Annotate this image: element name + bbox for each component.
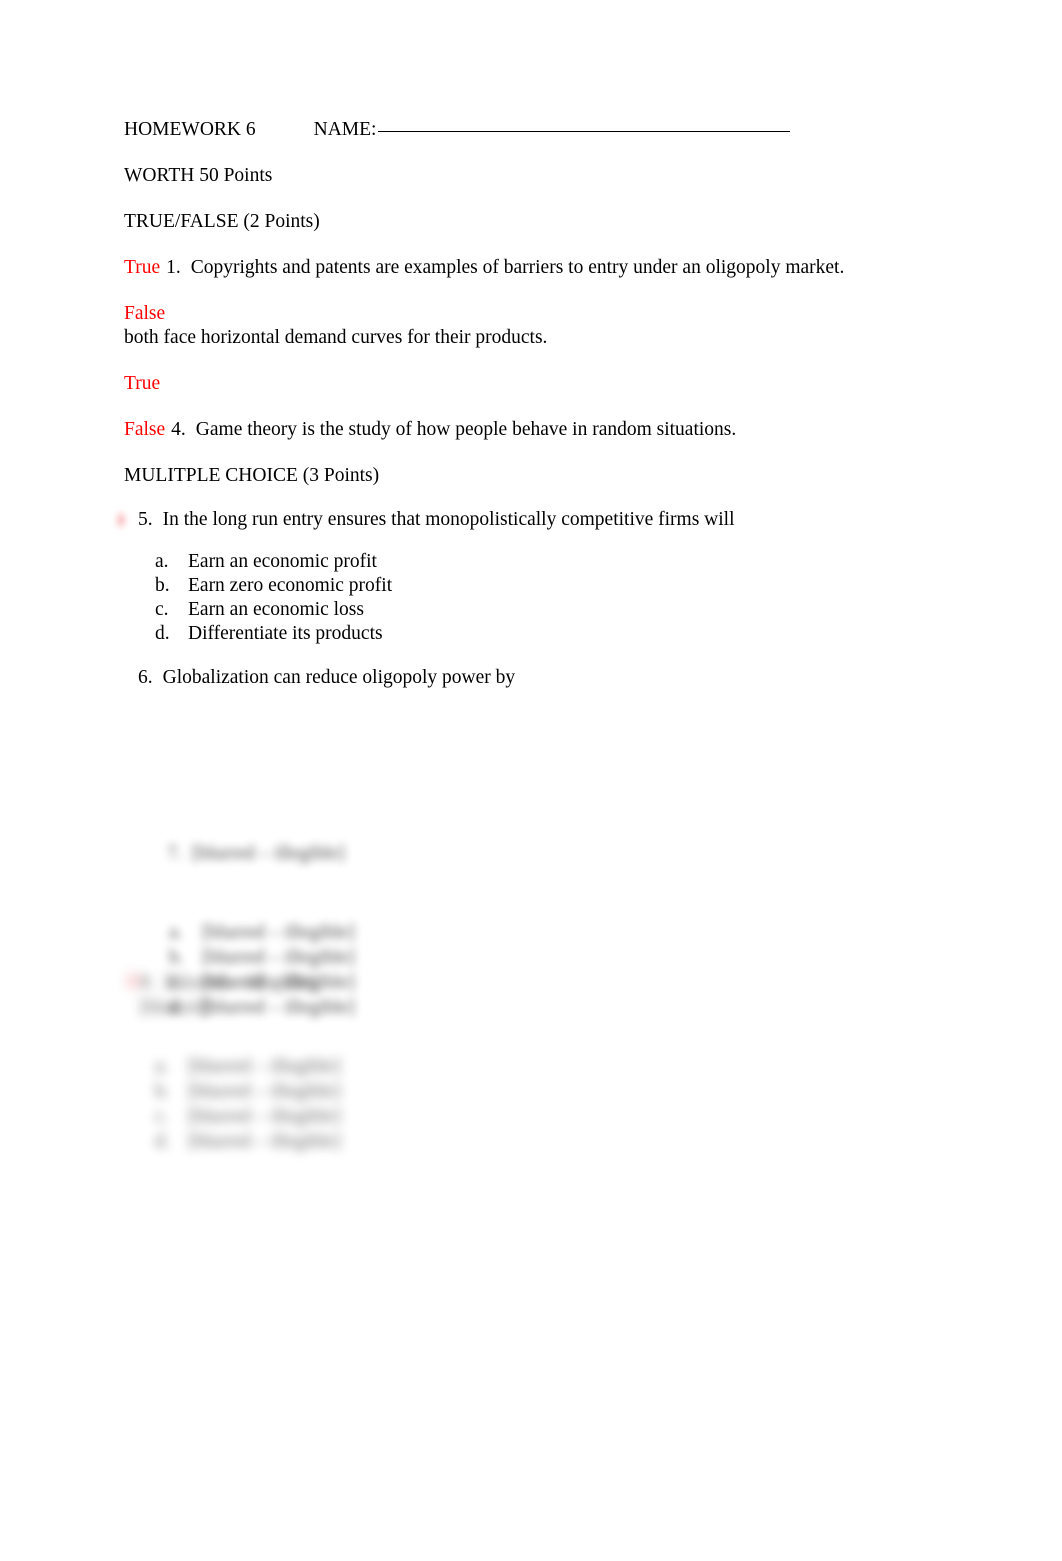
question-5: 5. In the long run entry ensures that mon… (114, 508, 964, 532)
true-false-heading: TRUE/FALSE (2 Points) (124, 211, 320, 232)
option-label: [blurred – illegible] (188, 1056, 341, 1077)
list-item[interactable]: a. Earn an economic profit (124, 550, 964, 574)
option-marker: a. (155, 551, 169, 572)
page-title: HOMEWORK 6 (124, 119, 256, 140)
option-marker: b. (169, 947, 184, 968)
list-item[interactable]: b. [blurred – illegible] (124, 1079, 944, 1104)
question-number-5: 5. (138, 509, 153, 530)
multiple-choice-heading: MULITPLE CHOICE (3 Points) (124, 465, 380, 486)
option-label: [blurred – illegible] (202, 947, 355, 968)
list-item[interactable]: d. Differentiate its products (124, 622, 964, 646)
question-text-4: Game theory is the study of how people b… (195, 419, 737, 440)
option-marker: c. (155, 599, 169, 620)
option-marker: b. (155, 575, 170, 596)
list-item[interactable]: d. [blurred – illegible] (124, 1129, 944, 1154)
question-8-body-line2: [blurred] (140, 997, 210, 1018)
option-label: [blurred – illegible] (188, 1131, 341, 1152)
header-row: HOMEWORK 6 NAME: (124, 118, 964, 142)
question-7-body: [blurred – illegible] (191, 843, 345, 864)
list-item[interactable]: a. [blurred – illegible] (124, 1054, 944, 1079)
option-label: Earn an economic loss (188, 599, 364, 620)
answer-mark-icon (114, 509, 128, 531)
option-marker: c. (155, 1106, 169, 1127)
name-label: NAME: (313, 119, 377, 140)
worth-line: WORTH 50 Points (124, 165, 273, 186)
option-label: Earn an economic profit (188, 551, 377, 572)
list-item[interactable]: b. Earn zero economic profit (124, 574, 964, 598)
answer-4[interactable]: False (124, 419, 165, 440)
list-item[interactable]: a. [blurred – illegible] (138, 920, 838, 945)
question-number-1: 1. (166, 257, 181, 278)
question-text-1: Copyrights and patents are examples of b… (190, 257, 845, 278)
option-label: [blurred – illegible] (188, 1106, 341, 1127)
option-label: Differentiate its products (188, 623, 383, 644)
redacted-question-8: 8. [blurred – illegible] [blurred] a. [bl… (124, 970, 944, 1174)
option-marker: a. (155, 1056, 169, 1077)
question-6: 6. Globalization can reduce oligopoly pow… (124, 666, 964, 690)
option-label: [blurred – illegible] (202, 922, 355, 943)
name-input-rule[interactable] (378, 131, 791, 132)
option-label: [blurred – illegible] (188, 1081, 341, 1102)
answer-3[interactable]: True (124, 372, 964, 396)
question-text-6: Globalization can reduce oligopoly power… (162, 667, 516, 688)
list-item[interactable]: b. [blurred – illegible] (138, 945, 838, 970)
question-number-6: 6. (138, 667, 153, 688)
option-label: Earn zero economic profit (188, 575, 393, 596)
question-8-body: [blurred – illegible] (164, 972, 318, 993)
option-marker: a. (169, 922, 183, 943)
document-body: HOMEWORK 6 NAME: WORTH 50 Points TRUE/FA… (114, 118, 964, 708)
question-number-8: 8. (140, 972, 155, 993)
option-marker: d. (155, 1131, 170, 1152)
options-list-5: a. Earn an economic profit b. Earn zero … (124, 550, 964, 646)
question-text-2: both face horizontal demand curves for t… (124, 327, 548, 348)
question-7-text: 7. [blurred – illegible] (138, 818, 838, 890)
question-8-text: 8. [blurred – illegible] [blurred] (124, 970, 944, 1020)
question-text-5: In the long run entry ensures that monop… (162, 509, 735, 530)
option-marker: b. (155, 1081, 170, 1102)
question-number-7: 7. (167, 843, 182, 864)
list-item[interactable]: c. [blurred – illegible] (124, 1104, 944, 1129)
answer-1[interactable]: True (124, 257, 160, 278)
answer-2[interactable]: False (124, 302, 964, 326)
options-list-8: a. [blurred – illegible] b. [blurred – i… (124, 1054, 944, 1154)
question-number-4: 4. (171, 419, 186, 440)
true-false-item-1: True 1. Copyrights and patents are example… (124, 256, 964, 280)
list-item[interactable]: c. Earn an economic loss (124, 598, 964, 622)
option-marker: d. (155, 623, 170, 644)
answer-mark-icon (124, 970, 142, 992)
true-false-item-4: False 4. Game theory is the study of how p… (124, 418, 964, 442)
document-page: HOMEWORK 6 NAME: WORTH 50 Points TRUE/FA… (0, 0, 1062, 1561)
